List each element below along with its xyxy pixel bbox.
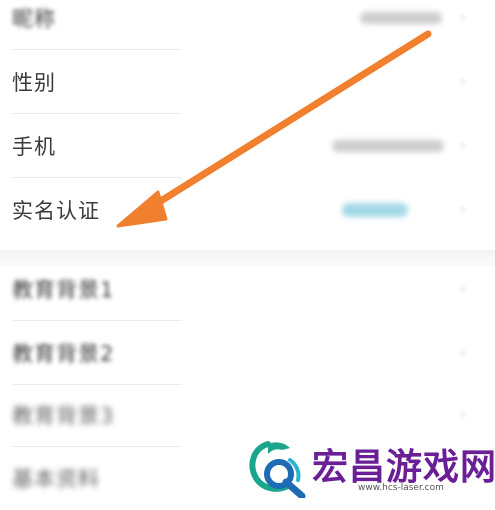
education-background-3-label: 教育背景3 (12, 404, 115, 428)
phone-value (332, 140, 444, 152)
chevron-right-icon: › (459, 7, 467, 28)
chevron-right-icon: › (459, 278, 467, 299)
phone-row[interactable]: 手机 › (0, 114, 495, 178)
nickname-row[interactable]: 昵称 › (0, 0, 495, 50)
gender-row[interactable]: 性别 › (0, 50, 495, 114)
profile-section: 昵称 › 性别 › 手机 › 实名认证 › (0, 0, 495, 250)
gender-label: 性别 (12, 71, 56, 95)
education-background-2-row[interactable]: 教育背景2 › (0, 321, 495, 385)
chevron-right-icon: › (459, 135, 467, 156)
nickname-value (360, 12, 442, 24)
phone-label: 手机 (12, 135, 56, 159)
chevron-right-icon: › (459, 404, 467, 425)
basic-info-label: 基本资料 (12, 467, 100, 491)
chevron-right-icon: › (459, 342, 467, 363)
nickname-label: 昵称 (12, 7, 56, 31)
watermark: 宏昌游戏网 www.hcs-laser.com (244, 438, 495, 500)
dragon-logo-icon (249, 441, 306, 498)
chevron-right-icon: › (459, 71, 467, 92)
real-name-verification-label: 实名认证 (12, 199, 100, 223)
education-background-1-label: 教育背景1 (12, 278, 115, 302)
watermark-url: www.hcs-laser.com (358, 483, 444, 493)
education-background-2-label: 教育背景2 (12, 342, 115, 366)
education-background-1-row[interactable]: 教育背景1 › (0, 257, 495, 321)
real-name-verification-row[interactable]: 实名认证 › (0, 178, 495, 242)
verification-status-badge (342, 203, 408, 217)
chevron-right-icon: › (459, 199, 467, 220)
